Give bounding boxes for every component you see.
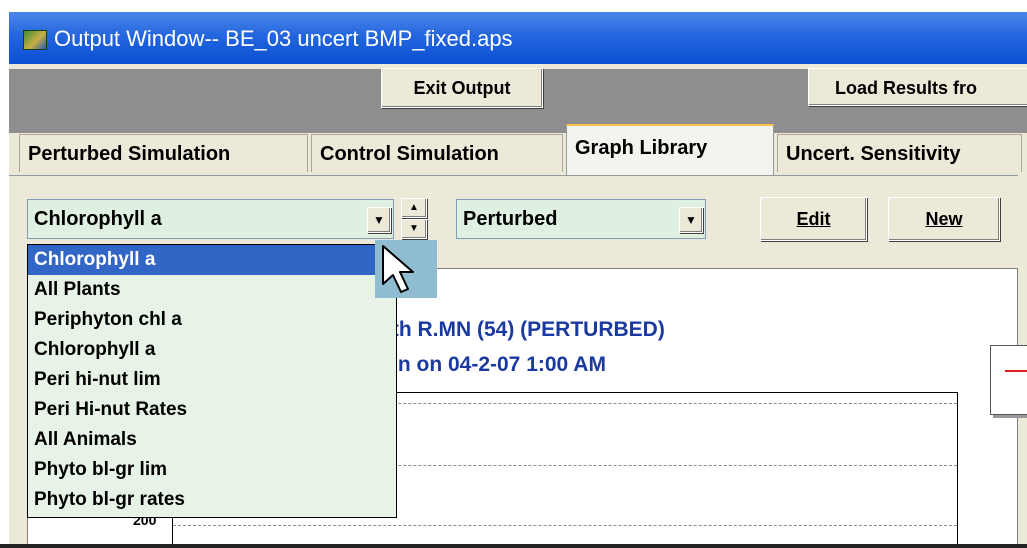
spin-down-icon[interactable]: ▼ (401, 219, 427, 239)
chevron-down-icon[interactable]: ▼ (367, 207, 391, 233)
dropdown-item[interactable]: Peri hi-nut lim (28, 365, 396, 395)
dropdown-item[interactable]: All Animals (28, 425, 396, 455)
legend-series-line (1005, 370, 1027, 372)
dropdown-item[interactable]: Phyto bl-gr lim (28, 455, 396, 485)
tab-control-simulation[interactable]: Control Simulation (311, 134, 563, 172)
graph-dropdown-list[interactable]: Chlorophyll a All Plants Periphyton chl … (27, 244, 397, 518)
dropdown-item[interactable]: Chlorophyll a (28, 245, 396, 275)
tab-graph-library[interactable]: Graph Library (566, 124, 774, 176)
title-bar[interactable]: Output Window-- BE_03 uncert BMP_fixed.a… (9, 12, 1027, 64)
spin-up-icon[interactable]: ▲ (401, 198, 427, 218)
edit-button[interactable]: Edit (760, 197, 867, 241)
chevron-down-icon[interactable]: ▼ (679, 207, 703, 233)
chart-title-line2: un on 04-2-07 1:00 AM (385, 353, 606, 376)
graph-select-value: Chlorophyll a (34, 208, 162, 230)
cursor-highlight (375, 240, 437, 298)
new-button-label: New (925, 209, 963, 229)
app-icon (23, 30, 47, 50)
tab-strip: Perturbed Simulation Control Simulation … (9, 120, 1027, 176)
legend (990, 345, 1027, 415)
graph-select[interactable]: Chlorophyll a ▼ (27, 199, 394, 239)
chart-title-line1: arth R.MN (54) (PERTURBED) (372, 318, 665, 341)
dropdown-item[interactable]: Chlorophyll a (28, 335, 396, 365)
dropdown-item[interactable]: Phyto bl-gr rates (28, 485, 396, 515)
series-select-value: Perturbed (463, 208, 558, 230)
gridline (173, 525, 957, 526)
bottom-edge (0, 544, 1027, 548)
edit-button-label: Edit (796, 209, 831, 229)
dropdown-item[interactable]: All Plants (28, 275, 396, 305)
window-title: Output Window-- BE_03 uncert BMP_fixed.a… (54, 26, 513, 51)
dropdown-item[interactable]: Periphyton chl a (28, 305, 396, 335)
new-button[interactable]: New (888, 197, 1000, 241)
tab-uncert-sensitivity[interactable]: Uncert. Sensitivity (777, 134, 1022, 172)
exit-output-button[interactable]: Exit Output (381, 68, 543, 108)
dropdown-item[interactable]: Peri Hi-nut Rates (28, 395, 396, 425)
tab-perturbed-simulation[interactable]: Perturbed Simulation (19, 134, 308, 172)
load-results-button[interactable]: Load Results fro (808, 68, 1027, 106)
series-select[interactable]: Perturbed ▼ (456, 199, 706, 239)
graph-spinner[interactable]: ▲ ▼ (401, 198, 427, 240)
mouse-pointer-icon (382, 245, 414, 293)
